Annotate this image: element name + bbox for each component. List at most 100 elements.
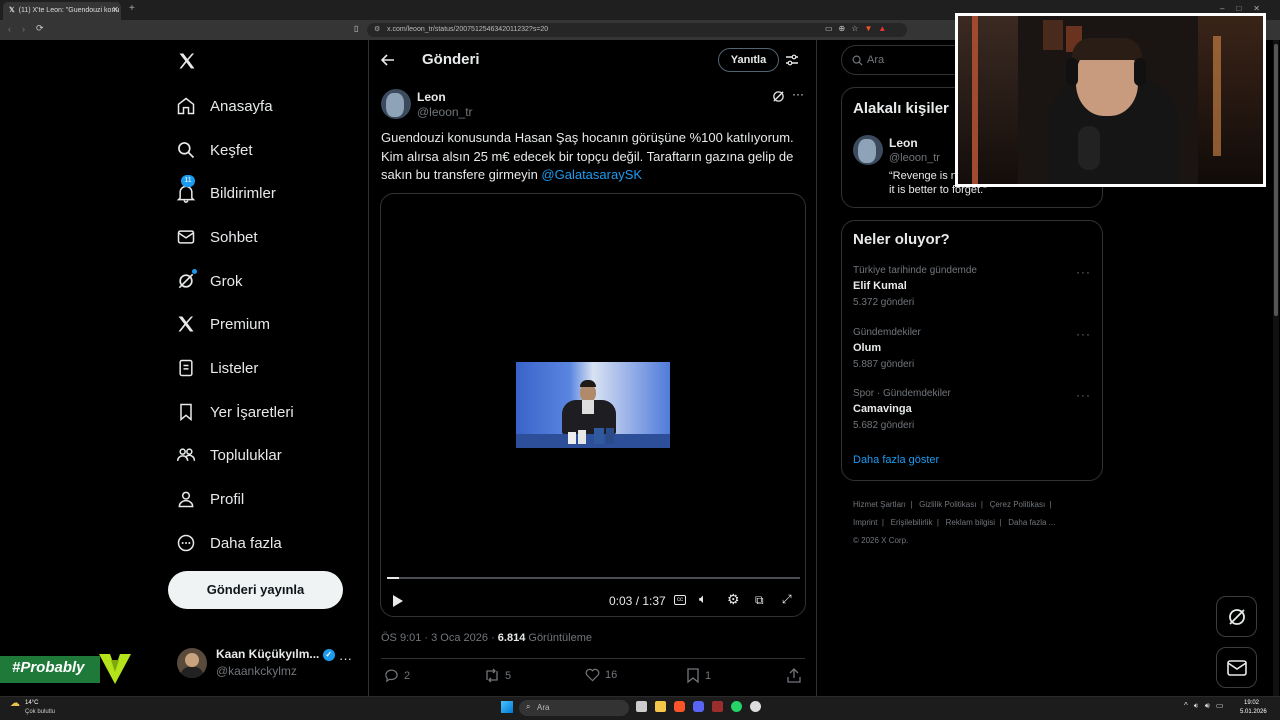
- footer-links: Hizmet Şartları | Gizlilik Politikası | …: [853, 500, 1056, 545]
- file-explorer-icon[interactable]: [655, 701, 666, 712]
- sidebar-item-2[interactable]: 11 Bildirimler: [176, 175, 276, 208]
- bookmark-action[interactable]: 1: [687, 668, 711, 683]
- sidebar-item-10[interactable]: Daha fazla: [176, 528, 282, 558]
- post-button[interactable]: Gönderi yayınla: [168, 571, 343, 609]
- post-more-icon[interactable]: ···: [792, 87, 804, 101]
- messages-floating-button[interactable]: [1216, 647, 1257, 688]
- grok-new-dot: [192, 269, 197, 274]
- search-icon: [852, 55, 863, 66]
- new-tab-icon[interactable]: +: [129, 3, 135, 14]
- sidebar-item-0[interactable]: Anasayfa: [176, 91, 273, 121]
- stream-app-icon[interactable]: [712, 701, 723, 712]
- back-nav-icon[interactable]: ‹: [8, 24, 11, 34]
- footer-link-cookies[interactable]: Çerez Politikası: [990, 500, 1046, 509]
- clock-date[interactable]: 5.01.2026: [1240, 709, 1267, 715]
- site-info-icon[interactable]: ⚙: [374, 25, 380, 33]
- trend-more-icon[interactable]: ···: [1076, 265, 1091, 279]
- system-tray-icons[interactable]: ^🔉︎🔊︎▭: [1184, 701, 1229, 711]
- discord-icon[interactable]: [693, 701, 704, 712]
- sidebar-item-3[interactable]: Sohbet: [176, 222, 258, 252]
- volume-icon[interactable]: 🔈︎: [699, 591, 707, 607]
- grok-icon: [178, 273, 194, 289]
- footer-link-terms[interactable]: Hizmet Şartları: [853, 500, 906, 509]
- start-icon[interactable]: [501, 701, 513, 713]
- footer-link-more[interactable]: Daha fazla ...: [1008, 518, 1055, 527]
- trend-more-icon[interactable]: ···: [1076, 388, 1091, 402]
- video-progress-fill: [387, 577, 400, 579]
- repost-action[interactable]: 5: [484, 668, 511, 683]
- show-more-link[interactable]: Daha fazla göster: [853, 454, 939, 466]
- author-avatar[interactable]: [381, 89, 411, 119]
- weather-icon[interactable]: ☁: [10, 698, 20, 709]
- mention-link[interactable]: @GalatasaraySK: [541, 167, 642, 182]
- trend-context: Gündemdekiler: [853, 327, 921, 338]
- related-avatar[interactable]: [853, 135, 883, 165]
- account-name: Kaan Küçükyılm...: [216, 647, 320, 661]
- like-action[interactable]: 16: [585, 668, 617, 682]
- scrollbar-thumb[interactable]: [1274, 44, 1278, 316]
- list-icon: [179, 359, 193, 377]
- taskbar-search-text: Ara: [537, 703, 550, 712]
- whatsapp-icon[interactable]: [731, 701, 742, 712]
- reload-icon[interactable]: ⟳: [36, 23, 44, 34]
- window-controls[interactable]: –□✕: [1220, 4, 1272, 13]
- scrollbar[interactable]: [1273, 40, 1279, 696]
- grok-floating-button[interactable]: [1216, 596, 1257, 637]
- x-logo-icon[interactable]: [177, 51, 197, 71]
- related-name[interactable]: Leon: [889, 136, 918, 150]
- sidebar-item-5[interactable]: Premium: [176, 309, 270, 339]
- sidebar-item-label: Daha fazla: [210, 534, 282, 552]
- forward-nav-icon[interactable]: ›: [22, 24, 25, 34]
- footer-link-imprint[interactable]: Imprint: [853, 518, 877, 527]
- sidebar-item-7[interactable]: Yer İşaretleri: [176, 397, 294, 427]
- related-people-title: Alakalı kişiler: [853, 100, 949, 117]
- captions-icon[interactable]: cc: [674, 595, 686, 605]
- footer-link-accessibility[interactable]: Erişilebilirlik: [891, 518, 933, 527]
- sidebar-item-6[interactable]: Listeler: [176, 353, 258, 383]
- search-icon: [178, 142, 195, 159]
- sidebar-item-1[interactable]: Keşfet: [176, 135, 253, 165]
- bookmark-page-icon[interactable]: ▯: [354, 24, 358, 33]
- trend-more-icon[interactable]: ···: [1076, 327, 1091, 341]
- video-progress-track[interactable]: [387, 577, 800, 579]
- related-handle[interactable]: @leoon_tr: [889, 152, 940, 164]
- post-meta: ÖS 9:01 · 3 Oca 2026 · 6.814 Görüntüleme: [381, 632, 592, 644]
- footer-link-ads-info[interactable]: Reklam bilgisi: [946, 518, 995, 527]
- address-bar[interactable]: ⚙ x.com/leoon_tr/status/2007512546342011…: [367, 23, 907, 37]
- tab-close-icon[interactable]: ✕: [112, 5, 119, 14]
- clock-time[interactable]: 19:02: [1244, 700, 1259, 706]
- footer-link-privacy[interactable]: Gizlilik Politikası: [919, 500, 976, 509]
- sidebar-item-8[interactable]: Topluluklar: [176, 440, 282, 470]
- back-arrow-icon[interactable]: [381, 53, 395, 67]
- grok-explain-icon[interactable]: [772, 90, 785, 103]
- repost-icon: [486, 668, 498, 683]
- extension-icons[interactable]: ▭⊕☆▼▲: [825, 24, 892, 33]
- post-timestamp[interactable]: ÖS 9:01 · 3 Oca 2026 ·: [381, 632, 498, 644]
- verified-badge-icon: ✓: [322, 648, 335, 661]
- reply-header-button[interactable]: Yanıtla: [718, 48, 779, 72]
- bookmark-icon: [687, 668, 699, 683]
- trend-context: Türkiye tarihinde gündemde: [853, 265, 977, 276]
- play-icon[interactable]: [392, 594, 404, 608]
- fullscreen-icon[interactable]: ⤢: [782, 592, 792, 607]
- home-icon: [177, 97, 195, 115]
- author-handle[interactable]: @leoon_tr: [417, 105, 473, 119]
- stream-hashtag-text: #Probably: [12, 659, 85, 676]
- sidebar-item-9[interactable]: Profil: [176, 484, 244, 514]
- video-player[interactable]: 0:03 / 1:37 cc 🔈︎ ⚙ ⧉ ⤢: [380, 193, 806, 617]
- chatgpt-icon[interactable]: [750, 701, 761, 712]
- heart-icon: [585, 668, 600, 682]
- share-icon[interactable]: [787, 668, 801, 683]
- search-placeholder: Ara: [867, 54, 885, 66]
- account-more-icon[interactable]: ···: [339, 651, 352, 666]
- picture-in-picture-icon[interactable]: ⧉: [755, 593, 764, 608]
- video-settings-icon[interactable]: ⚙: [727, 591, 740, 608]
- author-name[interactable]: Leon: [417, 90, 446, 104]
- filter-settings-icon[interactable]: [785, 53, 799, 67]
- brave-browser-icon[interactable]: [674, 701, 685, 712]
- browser-tab[interactable]: 𝕏 (11) X'te Leon: "Guendouzi konu: [3, 2, 121, 20]
- task-view-icon[interactable]: [636, 701, 647, 712]
- reply-action[interactable]: 2: [384, 668, 410, 683]
- sidebar-item-4[interactable]: Grok: [176, 266, 243, 296]
- taskbar-search[interactable]: ⌕ Ara: [519, 700, 629, 716]
